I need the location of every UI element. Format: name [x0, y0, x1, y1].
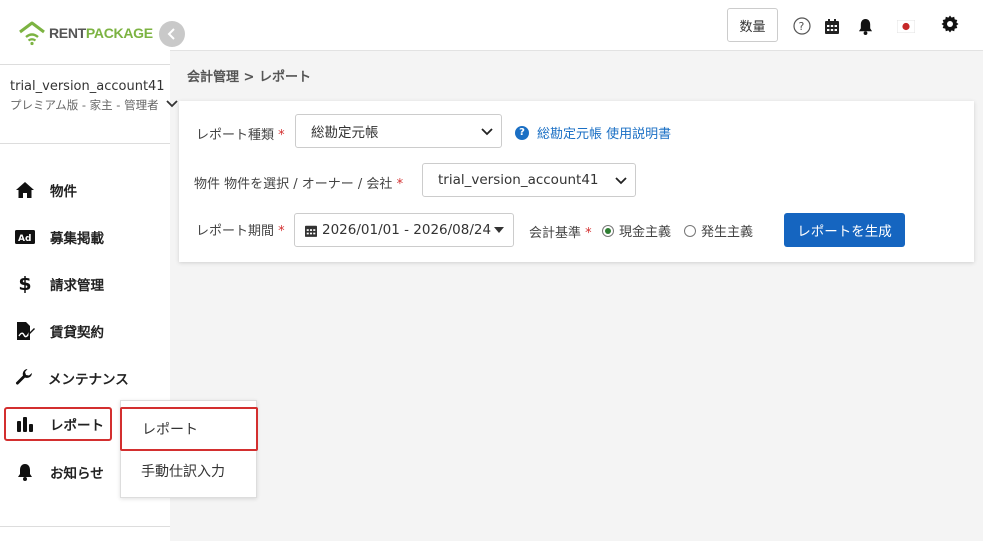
account-switcher[interactable]: trial_version_account41 プレミアム版 - 家主 - 管理…: [10, 79, 165, 114]
account-plan: プレミアム版 - 家主 - 管理者: [10, 98, 159, 112]
radio-cash-label: 現金主義: [619, 225, 672, 240]
reports-submenu: レポート 手動仕訳入力: [120, 400, 258, 498]
basis-cash-option[interactable]: 現金主義: [602, 221, 671, 240]
quantity-button[interactable]: 数量: [727, 8, 778, 42]
sidebar-item-label: 賃貸契約: [50, 325, 104, 341]
report-type-label: レポート種類 *: [196, 128, 285, 143]
bell-icon[interactable]: [856, 17, 874, 35]
property-select[interactable]: trial_version_account41: [422, 163, 636, 197]
calendar-icon: [305, 225, 317, 237]
period-value: 2026/01/01 - 2026/08/24: [322, 222, 492, 238]
sidebar-item-reports[interactable]: レポート: [4, 407, 112, 441]
sidebar-item-label: 請求管理: [50, 278, 104, 294]
divider: [0, 64, 170, 65]
sidebar-collapse-button[interactable]: [159, 21, 185, 47]
svg-text:?: ?: [799, 20, 805, 33]
sidebar-item-label: メンテナンス: [48, 372, 129, 388]
svg-text:Ad: Ad: [18, 234, 31, 244]
japan-flag-icon[interactable]: [897, 17, 915, 35]
bell-icon: [14, 461, 36, 483]
sidebar-item-label: お知らせ: [50, 466, 104, 482]
ad-icon: Ad: [14, 226, 36, 248]
gear-icon[interactable]: [941, 15, 959, 33]
logo[interactable]: RENTPACKAGE: [18, 20, 153, 46]
report-type-select[interactable]: 総勘定元帳: [295, 114, 502, 148]
report-form-card: レポート種類 * 総勘定元帳 ? 総勘定元帳 使用説明書 物件 物件を選択 / …: [179, 101, 974, 262]
report-type-value: 総勘定元帳: [311, 125, 379, 141]
submenu-item-manual-journal[interactable]: 手動仕訳入力: [121, 449, 258, 493]
chevron-down-icon: [615, 177, 627, 185]
sidebar-item-label: 物件: [50, 184, 77, 200]
radio-accrual[interactable]: [684, 224, 696, 237]
help-manual-link[interactable]: ? 総勘定元帳 使用説明書: [515, 123, 671, 142]
logo-house-icon: [19, 21, 45, 46]
sidebar-item-notices[interactable]: お知らせ: [4, 455, 112, 489]
period-label: レポート期間 *: [196, 224, 285, 239]
submenu-item-reports[interactable]: レポート: [120, 407, 258, 451]
help-circle-icon: ?: [515, 125, 529, 140]
wrench-icon: [14, 367, 34, 389]
sidebar-item-billing[interactable]: $ 請求管理: [4, 267, 112, 301]
account-name: trial_version_account41: [10, 79, 165, 94]
property-value: trial_version_account41: [438, 172, 599, 188]
sidebar-item-maintenance[interactable]: メンテナンス: [4, 361, 129, 395]
property-label: 物件 物件を選択 / オーナー / 会社 *: [194, 177, 404, 192]
sidebar-item-properties[interactable]: 物件: [4, 173, 112, 207]
divider: [0, 526, 170, 527]
logo-text: RENTPACKAGE: [49, 25, 153, 41]
radio-cash[interactable]: [602, 224, 614, 237]
basis-accrual-option[interactable]: 発生主義: [684, 221, 753, 240]
home-icon: [14, 179, 36, 201]
dollar-icon: $: [18, 273, 32, 295]
sidebar-item-listings[interactable]: Ad 募集掲載: [4, 220, 112, 254]
sidebar-item-label: 募集掲載: [50, 231, 104, 247]
help-icon[interactable]: ?: [793, 17, 811, 35]
contract-icon: [14, 320, 36, 342]
period-date-range-picker[interactable]: 2026/01/01 - 2026/08/24: [294, 213, 514, 247]
sidebar-item-label: レポート: [50, 418, 104, 434]
caret-down-icon: [494, 227, 505, 233]
help-link-text: 総勘定元帳 使用説明書: [537, 127, 672, 142]
breadcrumb: 会計管理 > レポート: [187, 70, 311, 85]
chevron-down-icon[interactable]: [165, 99, 179, 109]
sidebar-item-contracts[interactable]: 賃貸契約: [4, 314, 112, 348]
bar-chart-icon: [14, 413, 36, 435]
chevron-left-icon: [167, 28, 175, 40]
top-header: 数量 ?: [170, 0, 983, 51]
divider: [0, 143, 170, 144]
basis-label: 会計基準 *: [529, 226, 592, 241]
generate-report-button[interactable]: レポートを生成: [784, 213, 905, 247]
radio-accrual-label: 発生主義: [701, 225, 754, 240]
calendar-icon[interactable]: [823, 17, 841, 35]
chevron-down-icon: [481, 128, 493, 136]
